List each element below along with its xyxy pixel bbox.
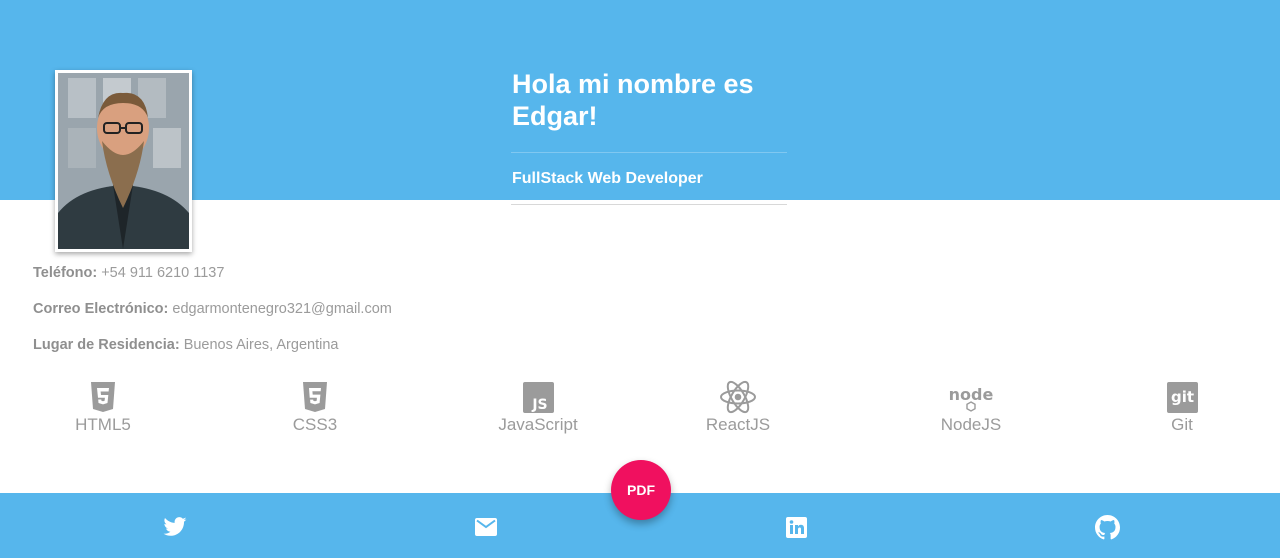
html5-icon xyxy=(33,380,173,414)
page-title: Hola mi nombre es Edgar! xyxy=(512,69,754,131)
nodejs-icon: node xyxy=(901,380,1041,414)
title-divider xyxy=(511,152,787,153)
email-label: Correo Electrónico: xyxy=(33,301,169,317)
css3-icon xyxy=(245,380,385,414)
svg-text:JS: JS xyxy=(531,397,547,413)
skill-html5: HTML5 xyxy=(33,380,173,435)
skill-label: NodeJS xyxy=(940,415,1002,434)
linkedin-link[interactable] xyxy=(783,514,809,540)
avatar xyxy=(55,70,192,252)
phone-label: Teléfono: xyxy=(33,265,98,281)
github-link[interactable] xyxy=(1094,514,1120,540)
residence-row: Lugar de Residencia: Buenos Aires, Argen… xyxy=(33,337,338,353)
phone-value: +54 911 6210 1137 xyxy=(101,265,225,281)
twitter-icon xyxy=(163,517,187,536)
phone-row: Teléfono: +54 911 6210 1137 xyxy=(33,265,224,281)
skill-label: JavaScript xyxy=(498,415,578,434)
skill-javascript: JS JavaScript xyxy=(468,380,608,435)
email-value: edgarmontenegro321@gmail.com xyxy=(172,301,392,317)
linkedin-icon xyxy=(785,516,807,538)
download-pdf-button[interactable]: PDF xyxy=(611,460,671,520)
svg-text:node: node xyxy=(949,385,994,404)
twitter-link[interactable] xyxy=(162,514,188,540)
skill-git: git Git xyxy=(1112,380,1252,435)
email-icon xyxy=(475,518,497,536)
javascript-icon: JS xyxy=(468,380,608,414)
job-title: FullStack Web Developer xyxy=(512,170,703,187)
skill-react: ReactJS xyxy=(668,380,808,435)
svg-text:git: git xyxy=(1170,388,1193,406)
skill-label: CSS3 xyxy=(292,415,338,434)
react-icon xyxy=(668,380,808,414)
git-icon: git xyxy=(1112,380,1252,414)
residence-value: Buenos Aires, Argentina xyxy=(183,337,339,353)
role-divider xyxy=(511,204,787,205)
email-row: Correo Electrónico: edgarmontenegro321@g… xyxy=(33,301,392,317)
email-link[interactable] xyxy=(473,514,499,540)
skill-label: HTML5 xyxy=(75,415,131,434)
github-icon xyxy=(1094,514,1120,539)
residence-label: Lugar de Residencia: xyxy=(33,337,180,353)
skill-css3: CSS3 xyxy=(245,380,385,435)
skill-label: ReactJS xyxy=(705,415,771,434)
skill-nodejs: node NodeJS xyxy=(901,380,1041,435)
skill-label: Git xyxy=(1171,415,1193,434)
